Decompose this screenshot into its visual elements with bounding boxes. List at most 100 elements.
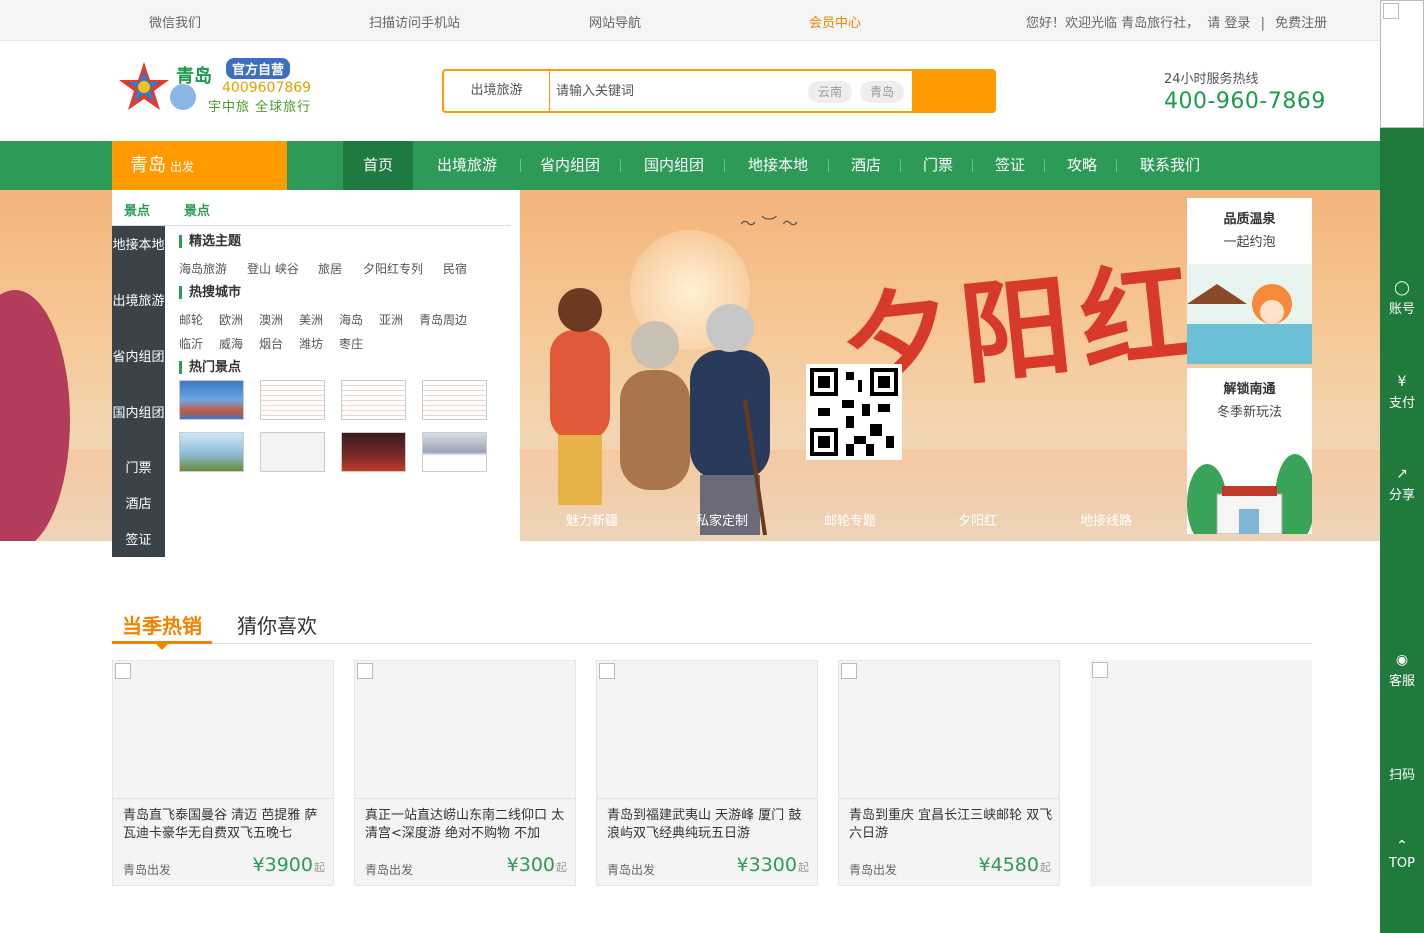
theme-link[interactable]: 登山 峡谷 bbox=[247, 260, 299, 277]
nav-separator bbox=[1044, 159, 1045, 172]
theme-link[interactable]: 旅居 bbox=[318, 260, 342, 277]
city-link[interactable]: 澳洲 bbox=[259, 311, 283, 328]
product-title[interactable]: 真正一站直达崂山东南二线仰口 太清宫<深度游 绝对不购物 不加 bbox=[365, 807, 569, 847]
spot-thumbnail[interactable] bbox=[179, 432, 244, 472]
sidebar-pay[interactable]: ¥ 支付 bbox=[1380, 374, 1424, 411]
top-bar: 微信我们 扫描访问手机站 网站导航 会员中心 您好！欢迎光临 青岛旅行社， 请 … bbox=[0, 0, 1380, 41]
tab-guess-you-like[interactable]: 猜你喜欢 bbox=[237, 610, 317, 639]
tab-season-hot[interactable]: 当季热销 bbox=[122, 610, 202, 639]
broken-image-icon bbox=[841, 663, 857, 679]
sidebar-label: 客服 bbox=[1388, 674, 1415, 689]
nav-hotel[interactable]: 酒店 bbox=[840, 141, 892, 190]
city-link[interactable]: 美洲 bbox=[299, 311, 323, 328]
nav-guides[interactable]: 攻略 bbox=[1056, 141, 1108, 190]
category-visa[interactable]: 签证 bbox=[112, 531, 165, 551]
theme-link[interactable]: 海岛旅游 bbox=[179, 260, 227, 277]
search-keyword[interactable]: 青岛 bbox=[860, 81, 905, 103]
city-link[interactable]: 欧洲 bbox=[219, 311, 243, 328]
departure-city: 青岛 bbox=[130, 155, 166, 176]
city-link[interactable]: 海岛 bbox=[339, 311, 363, 328]
birds-decoration: 〜 ︶ 〜 bbox=[740, 214, 799, 233]
city-link[interactable]: 威海 bbox=[219, 335, 243, 352]
product-card[interactable]: 青岛到重庆 宜昌长江三峡邮轮 双飞六日游 青岛出发 ¥4580起 bbox=[838, 660, 1060, 886]
product-image bbox=[597, 661, 817, 799]
banner-tab[interactable]: 夕阳红 bbox=[958, 510, 997, 529]
spot-thumbnail[interactable] bbox=[341, 380, 406, 420]
city-link[interactable]: 亚洲 bbox=[379, 311, 403, 328]
nav-outbound[interactable]: 出境旅游 bbox=[422, 141, 512, 190]
product-card[interactable]: 青岛直飞泰国曼谷 清迈 芭提雅 萨瓦迪卡豪华无自费双飞五晚七 青岛出发 ¥390… bbox=[112, 660, 334, 886]
spot-thumbnail[interactable] bbox=[422, 432, 487, 472]
city-link[interactable]: 邮轮 bbox=[179, 311, 203, 328]
category-hotel[interactable]: 酒店 bbox=[112, 495, 165, 515]
banner-tab[interactable]: 魅力新疆 bbox=[566, 510, 618, 529]
theme-link[interactable]: 夕阳红专列 bbox=[363, 260, 423, 277]
category-local[interactable]: 地接本地 bbox=[112, 236, 165, 256]
city-link[interactable]: 青岛周边 bbox=[419, 311, 467, 328]
sidebar-account[interactable]: ◯ 账号 bbox=[1380, 280, 1424, 317]
city-link[interactable]: 枣庄 bbox=[339, 335, 363, 352]
city-link[interactable]: 烟台 bbox=[259, 335, 283, 352]
panel-tab[interactable]: 景点 bbox=[184, 200, 210, 219]
product-card[interactable]: 青岛到福建武夷山 天游峰 厦门 鼓浪屿双飞经典纯玩五日游 青岛出发 ¥3300起 bbox=[596, 660, 818, 886]
price-unit: 起 bbox=[556, 861, 567, 874]
category-domestic[interactable]: 国内组团 bbox=[112, 404, 165, 424]
nav-local[interactable]: 地接本地 bbox=[736, 141, 820, 190]
sidebar-image[interactable] bbox=[1380, 0, 1424, 128]
product-title[interactable]: 青岛直飞泰国曼谷 清迈 芭提雅 萨瓦迪卡豪华无自费双飞五晚七 bbox=[123, 807, 327, 847]
sidebar-share[interactable]: ↗ 分享 bbox=[1380, 466, 1424, 503]
nav-domestic-group[interactable]: 国内组团 bbox=[632, 141, 716, 190]
category-tickets[interactable]: 门票 bbox=[112, 459, 165, 479]
price-value: ¥3900 bbox=[252, 854, 313, 876]
nav-tickets[interactable]: 门票 bbox=[912, 141, 964, 190]
promo-subtitle: 一起约泡 bbox=[1223, 235, 1276, 250]
product-title[interactable]: 青岛到福建武夷山 天游峰 厦门 鼓浪屿双飞经典纯玩五日游 bbox=[607, 807, 811, 847]
search-keyword[interactable]: 云南 bbox=[808, 81, 853, 103]
promo-card[interactable]: 解锁南通 冬季新玩法 bbox=[1187, 368, 1312, 534]
promo-card[interactable]: 品质温泉 一起约泡 bbox=[1187, 198, 1312, 364]
sidebar-top[interactable]: ⌃ TOP bbox=[1380, 838, 1424, 871]
product-card-placeholder[interactable] bbox=[1090, 660, 1312, 886]
search-button[interactable] bbox=[912, 69, 996, 113]
member-center-link[interactable]: 会员中心 bbox=[809, 12, 861, 31]
nav-home[interactable]: 首页 bbox=[343, 141, 413, 190]
register-link[interactable]: 免费注册 bbox=[1275, 16, 1327, 31]
search-input[interactable] bbox=[556, 77, 796, 105]
banner-tab[interactable]: 邮轮专题 bbox=[824, 510, 876, 529]
departure-city-select[interactable]: 青岛 出发 bbox=[112, 141, 287, 190]
category-outbound[interactable]: 出境旅游 bbox=[112, 292, 165, 312]
nav-separator bbox=[900, 159, 901, 172]
nav-visa[interactable]: 签证 bbox=[984, 141, 1036, 190]
panel-tab[interactable]: 景点 bbox=[124, 200, 150, 219]
product-departure: 青岛出发 bbox=[365, 863, 414, 877]
spot-thumbnail[interactable] bbox=[260, 380, 325, 420]
search-category-select[interactable]: 出境旅游 bbox=[444, 71, 550, 111]
nav-contact[interactable]: 联系我们 bbox=[1128, 141, 1212, 190]
spot-thumbnail[interactable] bbox=[422, 380, 487, 420]
banner-tab[interactable]: 地接线路 bbox=[1080, 510, 1132, 529]
city-link[interactable]: 潍坊 bbox=[299, 335, 323, 352]
product-card[interactable]: 真正一站直达崂山东南二线仰口 太清宫<深度游 绝对不购物 不加 青岛出发 ¥30… bbox=[354, 660, 576, 886]
themes-title: 精选主题 bbox=[179, 235, 241, 248]
product-title[interactable]: 青岛到重庆 宜昌长江三峡邮轮 双飞六日游 bbox=[849, 807, 1053, 847]
spot-thumbnail[interactable] bbox=[341, 432, 406, 472]
city-link[interactable]: 临沂 bbox=[179, 335, 203, 352]
spot-thumbnail[interactable] bbox=[260, 432, 325, 472]
site-logo[interactable]: 青岛 官方自营 4009607869 宇中旅 全球旅行 bbox=[118, 56, 328, 120]
wechat-link[interactable]: 微信我们 bbox=[149, 12, 201, 31]
mobile-site-link[interactable]: 扫描访问手机站 bbox=[369, 12, 460, 31]
nav-province-group[interactable]: 省内组团 bbox=[528, 141, 612, 190]
product-image bbox=[839, 661, 1059, 799]
sidebar-scan[interactable]: 扫码 bbox=[1380, 764, 1424, 783]
spot-thumbnail[interactable] bbox=[179, 380, 244, 420]
price-value: ¥300 bbox=[506, 854, 555, 876]
banner-tab[interactable]: 私家定制 bbox=[696, 510, 748, 529]
site-nav-link[interactable]: 网站导航 bbox=[589, 12, 641, 31]
main-nav: 青岛 出发 首页 出境旅游 省内组团 国内组团 地接本地 酒店 门票 签证 攻略 … bbox=[0, 141, 1380, 190]
theme-link[interactable]: 民宿 bbox=[443, 260, 467, 277]
category-province[interactable]: 省内组团 bbox=[112, 348, 165, 368]
sidebar-service[interactable]: ◉ 客服 bbox=[1380, 652, 1424, 689]
login-link[interactable]: 请 登录 bbox=[1207, 16, 1250, 31]
hot-section-tabs: 当季热销 猜你喜欢 bbox=[112, 604, 1312, 650]
sidebar-label: 扫码 bbox=[1388, 768, 1415, 783]
